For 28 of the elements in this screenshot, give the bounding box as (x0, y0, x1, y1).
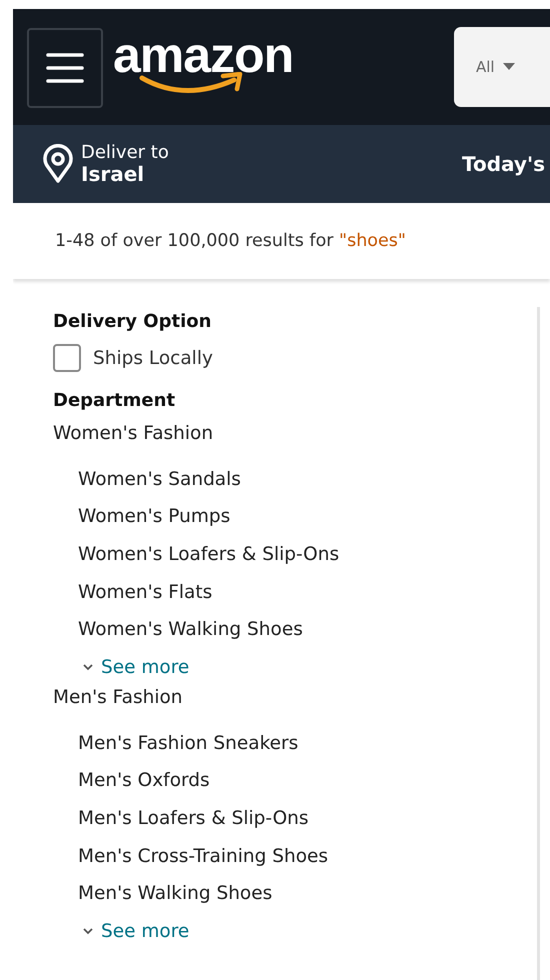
filter-heading: Delivery Option (53, 311, 212, 332)
see-more-link[interactable]: See more (83, 912, 190, 951)
deliver-label: Deliver to (81, 143, 169, 163)
subcategory-link[interactable]: Women's Sandals (78, 460, 241, 498)
subcategory-link[interactable]: Women's Loafers & Slip-Ons (78, 536, 340, 574)
caret-icon (502, 63, 515, 71)
menu-button[interactable] (27, 28, 103, 108)
nav-link[interactable]: Today's (462, 152, 550, 176)
filter-heading: Department (53, 390, 176, 411)
subcategory-link[interactable]: Women's Walking Shoes (78, 611, 303, 650)
checkbox[interactable] (53, 344, 81, 372)
subcategory-link[interactable]: Women's Pumps (78, 498, 230, 536)
chevron-down-icon (83, 664, 93, 672)
logo-text[interactable]: amazon (113, 30, 293, 80)
subcategory-link[interactable]: Men's Walking Shoes (78, 875, 272, 913)
menu-icon (45, 51, 85, 85)
subcategory-link[interactable]: Men's Cross-Training Shoes (78, 838, 328, 876)
subcategory-link[interactable]: Men's Oxfords (78, 762, 210, 800)
chevron-down-icon (83, 928, 93, 936)
search-scope-dropdown[interactable]: All (454, 27, 550, 107)
deliver-location[interactable]: Israel (81, 162, 169, 185)
subcategory-link[interactable]: Men's Loafers & Slip-Ons (78, 800, 309, 838)
checkbox-label[interactable]: Ships Locally (93, 348, 213, 368)
subcategory-link[interactable]: Women's Flats (78, 574, 212, 612)
subcategory-link[interactable]: Men's Fashion Sneakers (78, 724, 298, 762)
department-link[interactable]: Women's Fashion (53, 415, 214, 453)
location-pin-icon (43, 144, 73, 184)
results-count: 1-48 of over 100,000 results for "shoes" (55, 231, 406, 251)
